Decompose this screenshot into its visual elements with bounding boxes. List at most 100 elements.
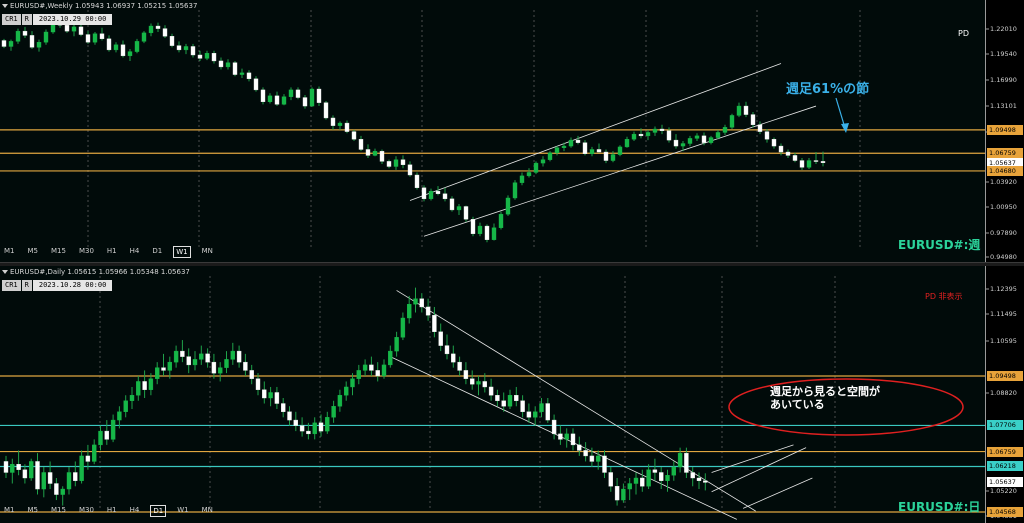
weekly-candle-body: [596, 149, 602, 153]
weekly-candle-body: [358, 139, 364, 150]
timeframe-d1[interactable]: D1: [150, 505, 167, 517]
daily-candle-body: [274, 392, 280, 404]
weekly-candle-body: [407, 164, 413, 176]
price-label: 1.06759: [987, 148, 1023, 159]
weekly-date-box[interactable]: 2023.10.29 00:00: [32, 14, 113, 25]
daily-candle-body: [652, 469, 658, 473]
daily-candle-body: [514, 395, 519, 401]
y-tick-label: 1.00950: [990, 203, 1017, 211]
timeframe-m5[interactable]: M5: [26, 505, 41, 517]
weekly-candle-body: [582, 142, 588, 154]
weekly-candle-body: [785, 151, 791, 156]
daily-timeframe-bar: M1 M5 M15 M30 H1 H4 D1 W1 MN: [2, 505, 215, 517]
y-tick-label: 1.11495: [990, 310, 1017, 318]
price-label: 1.06218: [987, 461, 1023, 472]
timeframe-m15[interactable]: M15: [49, 246, 68, 258]
daily-cr-tag[interactable]: CR1: [2, 280, 21, 291]
daily-candle-body: [633, 477, 639, 484]
timeframe-m5[interactable]: M5: [26, 246, 41, 258]
price-label: 1.06759: [987, 446, 1023, 457]
weekly-candle-body: [239, 72, 245, 75]
daily-candle-body: [173, 350, 179, 363]
timeframe-h4[interactable]: H4: [128, 505, 142, 517]
weekly-candle-body: [246, 72, 252, 80]
daily-candle-body: [325, 417, 330, 432]
daily-candle-body: [413, 298, 418, 305]
weekly-candle-body: [351, 131, 357, 140]
price-label: 1.09498: [987, 124, 1023, 135]
daily-candle-body: [539, 403, 544, 412]
weekly-candle-body: [190, 46, 196, 56]
timeframe-w1[interactable]: W1: [175, 505, 190, 517]
daily-candle-body: [438, 331, 443, 346]
daily-candle-body: [98, 430, 103, 446]
weekly-candle-body: [638, 133, 644, 137]
timeframe-m1[interactable]: M1: [2, 505, 17, 517]
daily-candle-body: [217, 367, 223, 374]
y-tick-label: 1.16990: [990, 76, 1017, 84]
daily-candle-body: [211, 361, 217, 374]
daily-candle-body: [148, 378, 154, 390]
weekly-candle-body: [316, 88, 322, 103]
timeframe-h1[interactable]: H1: [105, 505, 119, 517]
daily-candle-body: [526, 411, 532, 418]
daily-candle-body: [255, 378, 261, 390]
daily-candle-body: [577, 444, 582, 451]
header-menu-icon[interactable]: [2, 4, 8, 8]
weekly-candle-body: [8, 41, 14, 47]
weekly-candle-body: [169, 36, 175, 46]
daily-candle-body: [684, 452, 689, 473]
daily-candle-body: [457, 361, 462, 371]
weekly-candle-body: [281, 96, 287, 105]
weekly-candle-body: [71, 26, 77, 32]
daily-candle-body: [388, 350, 393, 366]
weekly-candle-body: [400, 159, 406, 165]
daily-candle-body: [589, 455, 595, 462]
daily-candle-body: [488, 386, 494, 396]
timeframe-d1[interactable]: D1: [150, 246, 164, 258]
timeframe-w1[interactable]: W1: [173, 246, 191, 258]
daily-chart-pane[interactable]: EURUSD#,Daily 1.05615 1.05966 1.05348 1.…: [0, 266, 1024, 523]
timeframe-mn[interactable]: MN: [200, 505, 215, 517]
daily-candle-body: [262, 389, 267, 399]
daily-candle-body: [104, 430, 110, 440]
weekly-candle-body: [141, 32, 147, 42]
weekly-candle-body: [456, 206, 462, 211]
weekly-cr-tag[interactable]: CR1: [2, 14, 21, 25]
daily-candle-body: [703, 480, 708, 483]
weekly-candle-body: [127, 51, 133, 57]
daily-candle-body: [432, 315, 437, 332]
timeframe-mn[interactable]: MN: [200, 246, 215, 258]
daily-date-box[interactable]: 2023.10.28 00:00: [32, 280, 113, 291]
weekly-candle-body: [288, 89, 294, 97]
daily-candle-body: [22, 469, 28, 479]
header-menu-icon[interactable]: [2, 270, 8, 274]
daily-id-box: CR1 R 2023.10.28 00:00: [2, 280, 113, 291]
weekly-candle-body: [589, 149, 595, 154]
daily-candle-body: [394, 337, 399, 352]
daily-candle-body: [73, 472, 78, 481]
weekly-candle-body: [155, 25, 161, 29]
daily-candle-body: [180, 350, 185, 357]
daily-candle-body: [337, 395, 343, 407]
weekly-candle-body: [379, 150, 385, 162]
timeframe-h4[interactable]: H4: [128, 246, 142, 258]
timeframe-m15[interactable]: M15: [49, 505, 68, 517]
weekly-candle-body: [708, 137, 714, 143]
daily-r-tag[interactable]: R: [21, 280, 32, 291]
weekly-candle-body: [498, 213, 504, 228]
daily-candle-body: [129, 395, 135, 401]
timeframe-m30[interactable]: M30: [77, 505, 96, 517]
timeframe-h1[interactable]: H1: [105, 246, 119, 258]
daily-candle-body: [507, 395, 513, 407]
weekly-candle-body: [484, 225, 490, 240]
daily-candle-body: [690, 472, 695, 479]
daily-candle-body: [419, 298, 424, 308]
weekly-candle-body: [344, 122, 350, 132]
weekly-r-tag[interactable]: R: [21, 14, 32, 25]
daily-candle-body: [268, 392, 273, 399]
timeframe-m30[interactable]: M30: [77, 246, 96, 258]
weekly-chart-pane[interactable]: EURUSD#,Weekly 1.05943 1.06937 1.05215 1…: [0, 0, 1024, 264]
daily-candle-body: [10, 464, 15, 473]
timeframe-m1[interactable]: M1: [2, 246, 17, 258]
